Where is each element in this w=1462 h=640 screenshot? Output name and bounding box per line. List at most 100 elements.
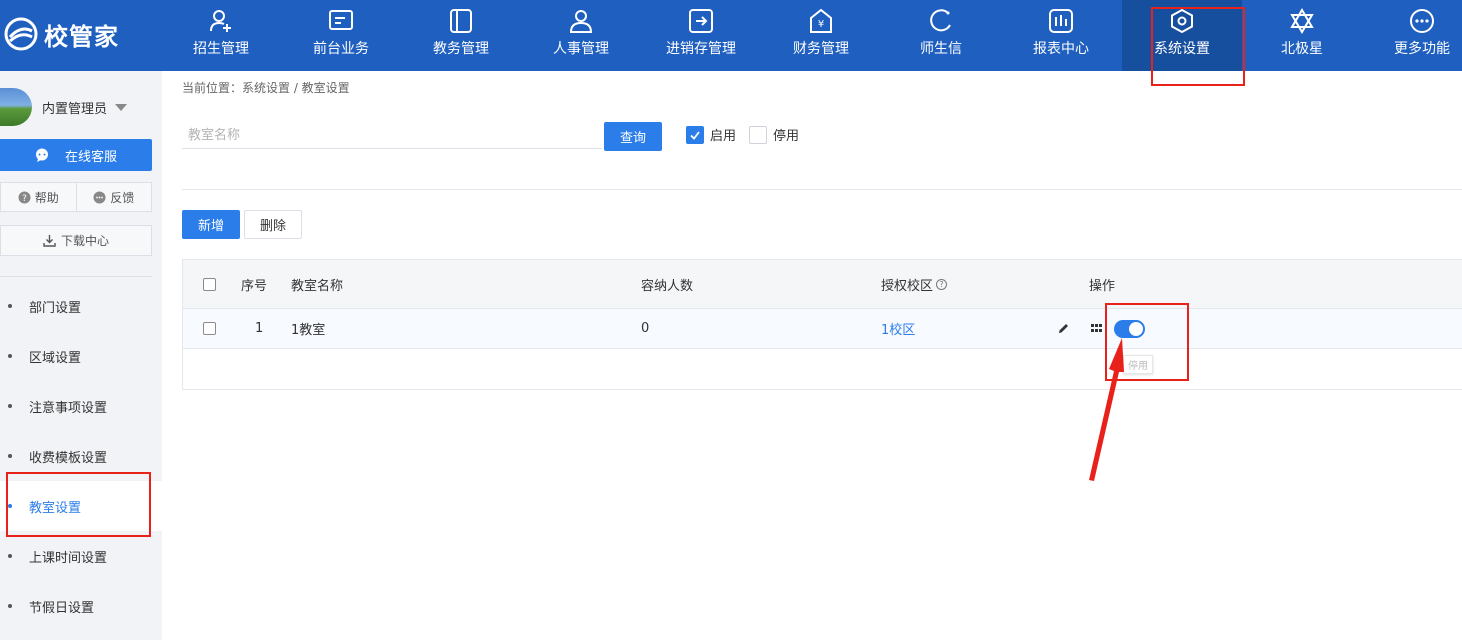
nav-label: 人事管理	[553, 41, 609, 57]
nav-item-finance[interactable]: ¥ 财务管理	[761, 0, 881, 71]
filter-enabled[interactable]: 启用	[686, 125, 736, 144]
check-icon	[690, 130, 700, 140]
column-header-campus-label: 授权校区	[881, 278, 934, 294]
download-center-button[interactable]: 下载中心	[0, 225, 152, 256]
feedback-label: 反馈	[110, 190, 135, 205]
online-service-button[interactable]: 在线客服	[0, 139, 152, 171]
menu-item-label: 教室设置	[29, 500, 82, 516]
settings-menu: 部门设置 区域设置 注意事项设置 收费模板设置 教室设置 上课时间设置 节假日设…	[0, 281, 162, 631]
nav-label: 财务管理	[793, 41, 849, 57]
menu-item-label: 节假日设置	[29, 600, 95, 616]
column-header-campus: 授权校区 ?	[881, 260, 948, 308]
avatar	[0, 88, 32, 126]
edit-action[interactable]	[1057, 309, 1070, 348]
nav-label: 北极星	[1281, 41, 1323, 57]
app-logo[interactable]: 校管家	[4, 14, 119, 54]
feedback-icon	[93, 191, 106, 203]
menu-item-label: 上课时间设置	[29, 550, 108, 566]
row-select-cell	[203, 309, 216, 348]
select-all-cell	[203, 260, 216, 308]
nav-item-polaris[interactable]: 北极星	[1242, 0, 1362, 71]
help-label: 帮助	[34, 190, 59, 205]
chat-bubble-icon	[35, 148, 48, 162]
table-header: 序号 教室名称 容纳人数 授权校区 ? 操作	[183, 260, 1462, 309]
book-icon	[450, 9, 472, 33]
switch-tooltip: 停用	[1123, 355, 1153, 374]
switch-knob	[1129, 321, 1143, 336]
bullet-icon	[8, 404, 12, 408]
logo-text: 校管家	[44, 22, 119, 51]
nav-item-admissions[interactable]: 招生管理	[161, 0, 281, 71]
column-header-actions: 操作	[1089, 278, 1116, 294]
menu-item-notes[interactable]: 注意事项设置	[0, 381, 162, 431]
status-switch-cell	[1114, 309, 1145, 348]
classroom-name-input[interactable]	[182, 122, 602, 149]
select-all-checkbox[interactable]	[203, 277, 216, 291]
menu-item-classroom[interactable]: 教室设置	[0, 481, 162, 531]
menu-item-fee-template[interactable]: 收费模板设置	[0, 431, 162, 481]
nav-label: 教务管理	[433, 41, 489, 57]
breadcrumb: 当前位置：系统设置 / 教室设置	[182, 81, 350, 95]
grid-icon	[1091, 324, 1102, 332]
add-button[interactable]: 新增	[182, 210, 240, 239]
row-checkbox[interactable]	[203, 322, 216, 335]
sidebar: 内置管理员 在线客服 ? 帮助 反馈 下载中心 部门设置 区域设置 注意事项设置…	[0, 71, 162, 640]
query-button[interactable]: 查询	[604, 122, 662, 151]
person-icon	[569, 10, 593, 33]
menu-item-holiday[interactable]: 节假日设置	[0, 581, 162, 631]
help-feedback-row: ? 帮助 反馈	[0, 182, 152, 212]
nav-item-front-desk[interactable]: 前台业务	[281, 0, 401, 71]
feedback-button[interactable]: 反馈	[76, 182, 152, 212]
nav-item-more[interactable]: 更多功能	[1362, 0, 1462, 71]
enabled-label: 启用	[710, 129, 737, 144]
user-menu[interactable]: 内置管理员	[0, 87, 162, 127]
menu-item-label: 区域设置	[29, 350, 82, 366]
user-add-icon	[210, 10, 231, 32]
bullet-icon	[8, 604, 12, 608]
column-header-name: 教室名称	[291, 278, 344, 294]
screen-icon	[329, 10, 353, 30]
user-name: 内置管理员	[42, 101, 108, 117]
divider	[182, 189, 1462, 190]
column-header-index: 序号	[241, 278, 268, 294]
divider	[0, 276, 152, 277]
question-circle-icon[interactable]: ?	[936, 278, 948, 290]
chat-circle-icon	[930, 9, 951, 32]
download-center-label: 下载中心	[60, 234, 109, 248]
nav-item-academic[interactable]: 教务管理	[401, 0, 521, 71]
question-icon: ?	[18, 191, 31, 204]
column-header-capacity: 容纳人数	[641, 278, 694, 294]
menu-item-department[interactable]: 部门设置	[0, 281, 162, 331]
nav-item-hr[interactable]: 人事管理	[521, 0, 641, 71]
delete-button[interactable]: 删除	[244, 210, 302, 239]
help-button[interactable]: ? 帮助	[0, 182, 77, 212]
chevron-down-icon	[115, 103, 128, 111]
cell-capacity: 0	[641, 321, 650, 336]
grid-action[interactable]	[1091, 309, 1102, 348]
bullet-icon	[8, 304, 12, 308]
nav-item-reports[interactable]: 报表中心	[1001, 0, 1121, 71]
nav-item-system-settings[interactable]: 系统设置	[1122, 0, 1242, 71]
filter-disabled[interactable]: 停用	[749, 125, 799, 144]
cell-index: 1	[255, 321, 264, 336]
status-toggle-switch[interactable]	[1114, 319, 1145, 338]
nav-item-messages[interactable]: 师生信	[881, 0, 1001, 71]
hexagon-gear-icon	[1171, 8, 1193, 34]
download-icon	[43, 235, 56, 247]
nav-label: 师生信	[920, 41, 962, 57]
menu-item-region[interactable]: 区域设置	[0, 331, 162, 381]
menu-item-class-time[interactable]: 上课时间设置	[0, 531, 162, 581]
classroom-table: 序号 教室名称 容纳人数 授权校区 ? 操作 1 1教室 0 1校区 停用	[182, 259, 1462, 390]
cell-name: 1教室	[291, 323, 326, 338]
svg-text:¥: ¥	[818, 19, 824, 30]
menu-item-label: 注意事项设置	[29, 400, 108, 416]
enabled-checkbox[interactable]	[686, 125, 704, 144]
disabled-checkbox[interactable]	[749, 125, 767, 144]
more-dots-icon	[1410, 9, 1434, 33]
nav-label: 报表中心	[1033, 41, 1089, 57]
nav-label: 更多功能	[1394, 41, 1450, 57]
cell-campus-link[interactable]: 1校区	[881, 309, 915, 348]
bullet-icon	[8, 554, 12, 558]
nav-item-inventory[interactable]: 进销存管理	[641, 0, 761, 71]
bullet-icon	[8, 504, 12, 508]
